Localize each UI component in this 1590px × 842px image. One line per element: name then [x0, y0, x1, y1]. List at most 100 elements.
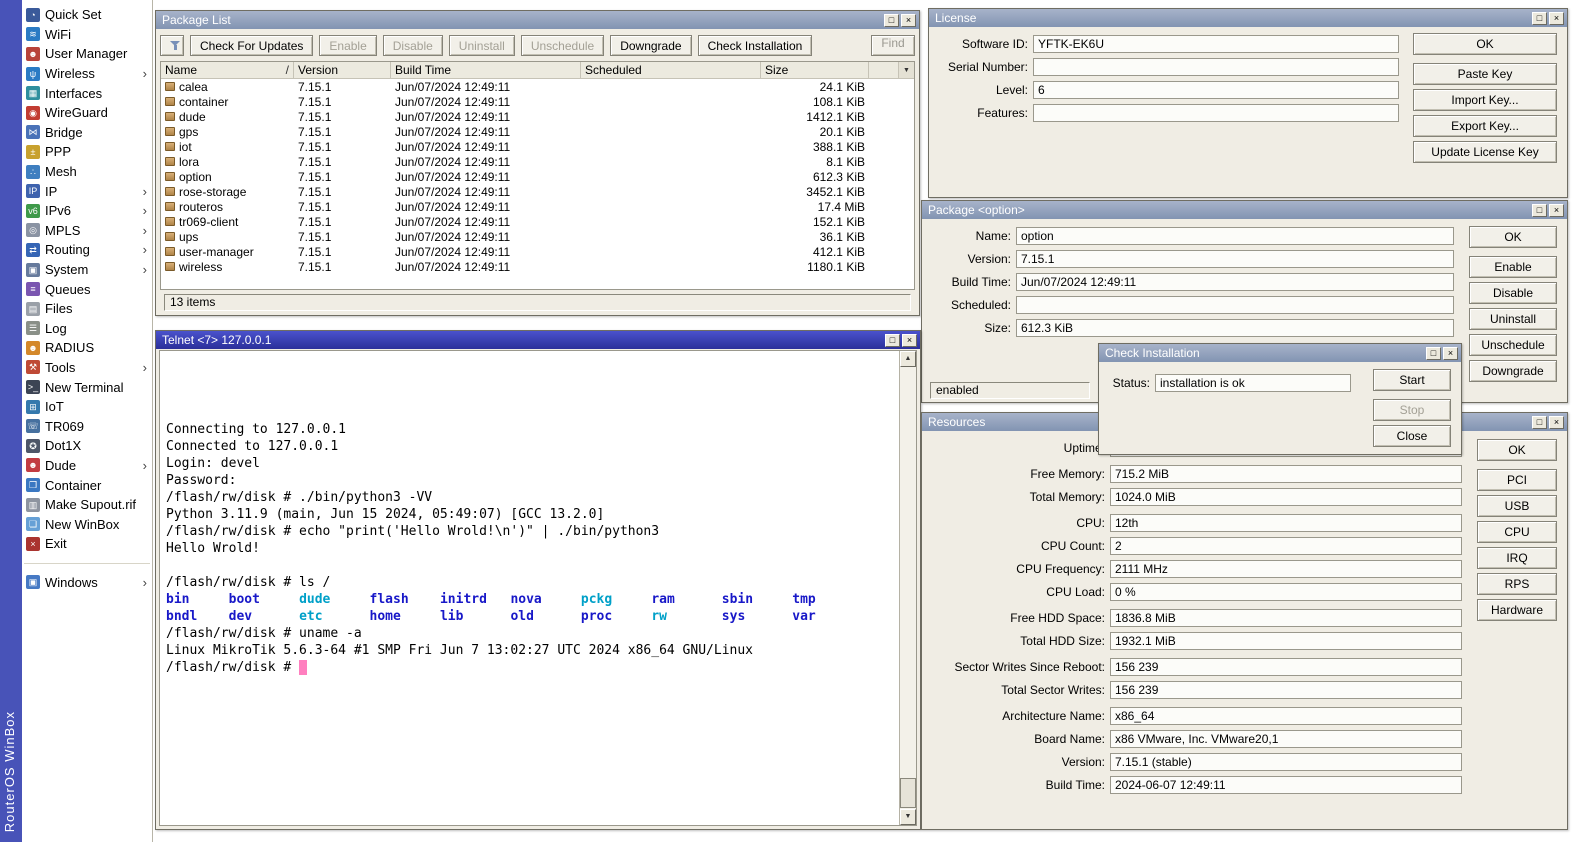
sidebar-item-radius[interactable]: ☻RADIUS: [22, 338, 152, 358]
sidebar-item-wifi[interactable]: ≋WiFi: [22, 25, 152, 45]
filter-button[interactable]: [160, 35, 184, 56]
maximize-icon[interactable]: □: [1532, 416, 1547, 429]
sidebar-item-container[interactable]: ❒Container: [22, 475, 152, 495]
ok-button[interactable]: OK: [1477, 439, 1557, 461]
close-icon[interactable]: ×: [902, 334, 917, 347]
package-row[interactable]: tr069-client7.15.1Jun/07/2024 12:49:1115…: [161, 214, 914, 229]
pci-button[interactable]: PCI: [1477, 469, 1557, 491]
maximize-icon[interactable]: □: [884, 14, 899, 27]
sidebar-item-tools[interactable]: ⚒Tools›: [22, 358, 152, 378]
license-field-features[interactable]: [1033, 104, 1399, 122]
irq-button[interactable]: IRQ: [1477, 547, 1557, 569]
resources-field-total-sector-writes[interactable]: 156 239: [1110, 681, 1462, 699]
usb-button[interactable]: USB: [1477, 495, 1557, 517]
column-header-build-time[interactable]: Build Time: [391, 62, 581, 79]
sidebar-item-interfaces[interactable]: ▦Interfaces: [22, 83, 152, 103]
sidebar-item-make-supout-rif[interactable]: ▥Make Supout.rif: [22, 495, 152, 515]
resources-field-cpu-frequency[interactable]: 2111 MHz: [1110, 560, 1462, 578]
sidebar-item-dot1x[interactable]: ✪Dot1X: [22, 436, 152, 456]
column-header-size[interactable]: Size: [761, 62, 869, 79]
sidebar-item-mesh[interactable]: ∴Mesh: [22, 162, 152, 182]
sidebar-item-dude[interactable]: ☻Dude›: [22, 456, 152, 476]
package-list-titlebar[interactable]: Package List □ ×: [156, 11, 919, 29]
license-field-serial-number[interactable]: [1033, 58, 1399, 76]
package-row[interactable]: lora7.15.1Jun/07/2024 12:49:118.1 KiB: [161, 154, 914, 169]
export-key-button[interactable]: Export Key...: [1413, 115, 1557, 137]
update-license-key-button[interactable]: Update License Key: [1413, 141, 1557, 163]
resources-field-free-memory[interactable]: 715.2 MiB: [1110, 465, 1462, 483]
package-row[interactable]: routeros7.15.1Jun/07/2024 12:49:1117.4 M…: [161, 199, 914, 214]
sidebar-item-mpls[interactable]: ◎MPLS›: [22, 221, 152, 241]
package-row[interactable]: dude7.15.1Jun/07/2024 12:49:111412.1 KiB: [161, 109, 914, 124]
close-icon[interactable]: ×: [1549, 204, 1564, 217]
downgrade-button[interactable]: Downgrade: [610, 35, 691, 56]
import-key-button[interactable]: Import Key...: [1413, 89, 1557, 111]
enable-button[interactable]: Enable: [1469, 256, 1557, 278]
resources-field-free-hdd-space[interactable]: 1836.8 MiB: [1110, 609, 1462, 627]
sidebar-item-wireless[interactable]: ψWireless›: [22, 64, 152, 84]
rps-button[interactable]: RPS: [1477, 573, 1557, 595]
package-option-field-build-time[interactable]: Jun/07/2024 12:49:11: [1016, 273, 1454, 291]
license-field-level[interactable]: 6: [1033, 81, 1399, 99]
sidebar-item-ip[interactable]: IPIP›: [22, 181, 152, 201]
resources-field-sector-writes-since-reboot[interactable]: 156 239: [1110, 658, 1462, 676]
close-icon[interactable]: ×: [1549, 12, 1564, 25]
maximize-icon[interactable]: □: [1532, 12, 1547, 25]
close-button[interactable]: Close: [1373, 425, 1451, 447]
package-row[interactable]: gps7.15.1Jun/07/2024 12:49:1120.1 KiB: [161, 124, 914, 139]
package-option-field-size[interactable]: 612.3 KiB: [1016, 319, 1454, 337]
resources-field-architecture-name[interactable]: x86_64: [1110, 707, 1462, 725]
resources-field-version[interactable]: 7.15.1 (stable): [1110, 753, 1462, 771]
package-row[interactable]: user-manager7.15.1Jun/07/2024 12:49:1141…: [161, 244, 914, 259]
sidebar-item-wireguard[interactable]: ◉WireGuard: [22, 103, 152, 123]
scrollbar-thumb[interactable]: [900, 778, 916, 808]
sidebar-item-log[interactable]: ☰Log: [22, 319, 152, 339]
resources-field-board-name[interactable]: x86 VMware, Inc. VMware20,1: [1110, 730, 1462, 748]
resources-field-build-time[interactable]: 2024-06-07 12:49:11: [1110, 776, 1462, 794]
sidebar-item-ipv6[interactable]: v6IPv6›: [22, 201, 152, 221]
scroll-up-icon[interactable]: ▲: [900, 351, 916, 367]
resources-field-total-hdd-size[interactable]: 1932.1 MiB: [1110, 632, 1462, 650]
package-row[interactable]: ups7.15.1Jun/07/2024 12:49:1136.1 KiB: [161, 229, 914, 244]
hardware-button[interactable]: Hardware: [1477, 599, 1557, 621]
check-for-updates-button[interactable]: Check For Updates: [190, 35, 313, 56]
resources-field-cpu-count[interactable]: 2: [1110, 537, 1462, 555]
find-button[interactable]: Find: [871, 35, 915, 56]
column-header-name[interactable]: Name/: [161, 62, 294, 79]
check-installation-titlebar[interactable]: Check Installation □ ×: [1099, 344, 1461, 362]
sidebar-item-new-winbox[interactable]: ❏New WinBox: [22, 514, 152, 534]
resources-field-cpu-load[interactable]: 0 %: [1110, 583, 1462, 601]
sidebar-item-iot[interactable]: ⊞IoT: [22, 397, 152, 417]
sidebar-item-windows[interactable]: ▣Windows›: [22, 573, 152, 593]
package-row[interactable]: wireless7.15.1Jun/07/2024 12:49:111180.1…: [161, 259, 914, 274]
sidebar-item-bridge[interactable]: ⋈Bridge: [22, 123, 152, 143]
package-row[interactable]: rose-storage7.15.1Jun/07/2024 12:49:1134…: [161, 184, 914, 199]
sidebar-item-new-terminal[interactable]: >_New Terminal: [22, 377, 152, 397]
sidebar-item-user-manager[interactable]: ☻User Manager: [22, 44, 152, 64]
package-option-field-version[interactable]: 7.15.1: [1016, 250, 1454, 268]
uninstall-button[interactable]: Uninstall: [1469, 308, 1557, 330]
package-option-titlebar[interactable]: Package <option> □ ×: [922, 201, 1567, 219]
license-field-software-id[interactable]: YFTK-EK6U: [1033, 35, 1399, 53]
paste-key-button[interactable]: Paste Key: [1413, 63, 1557, 85]
check-installation-field-status[interactable]: installation is ok: [1155, 374, 1351, 392]
package-row[interactable]: calea7.15.1Jun/07/2024 12:49:1124.1 KiB: [161, 79, 914, 94]
sidebar-item-system[interactable]: ▣System›: [22, 260, 152, 280]
column-select-button[interactable]: ▼: [898, 62, 914, 79]
close-icon[interactable]: ×: [1443, 347, 1458, 360]
sidebar-item-exit[interactable]: ×Exit: [22, 534, 152, 554]
maximize-icon[interactable]: □: [1426, 347, 1441, 360]
column-header-version[interactable]: Version: [294, 62, 391, 79]
maximize-icon[interactable]: □: [885, 334, 900, 347]
terminal-scrollbar[interactable]: ▲ ▼: [899, 351, 916, 825]
start-button[interactable]: Start: [1373, 369, 1451, 391]
resources-field-cpu[interactable]: 12th: [1110, 514, 1462, 532]
package-row[interactable]: option7.15.1Jun/07/2024 12:49:11612.3 Ki…: [161, 169, 914, 184]
close-icon[interactable]: ×: [1549, 416, 1564, 429]
sidebar-item-files[interactable]: ▤Files: [22, 299, 152, 319]
license-titlebar[interactable]: License □ ×: [929, 9, 1567, 27]
sidebar-item-ppp[interactable]: ±PPP: [22, 142, 152, 162]
sidebar-item-queues[interactable]: ≡Queues: [22, 279, 152, 299]
resources-field-total-memory[interactable]: 1024.0 MiB: [1110, 488, 1462, 506]
package-option-field-name[interactable]: option: [1016, 227, 1454, 245]
